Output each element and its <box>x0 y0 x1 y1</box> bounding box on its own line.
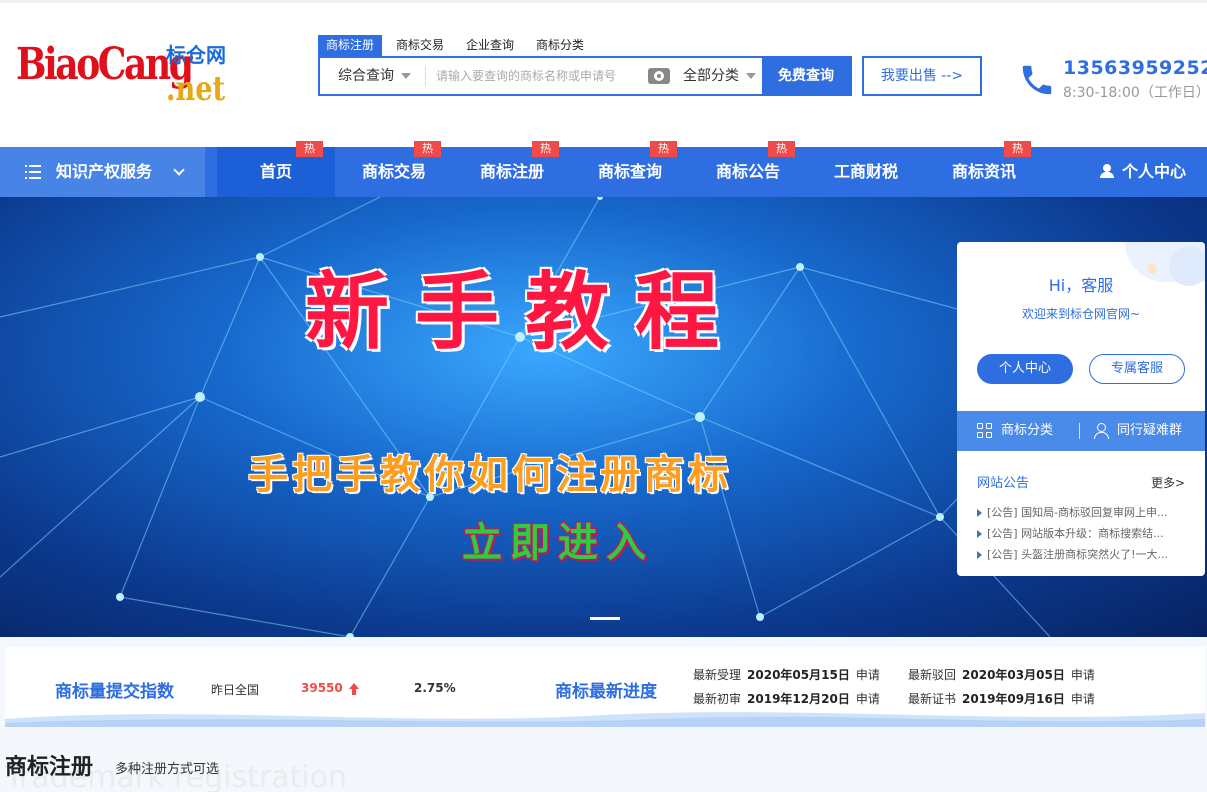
yesterday-label: 昨日全国 <box>211 683 260 697</box>
divider <box>425 66 426 86</box>
section-title: 商标注册 <box>5 755 94 780</box>
notice-item[interactable]: [公告] 头盔注册商标突然火了!一大... <box>975 544 1187 565</box>
nav-item-label: 商标注册 <box>479 162 544 181</box>
submission-index-title: 商标量提交指数 <box>55 682 174 702</box>
progress-certificate: 最新证书 2019年09月16日 申请 <box>908 690 1095 707</box>
peer-group-link[interactable]: 同行疑难群 <box>1117 411 1182 451</box>
hot-badge: 热 <box>532 141 559 157</box>
contact-hours: 8:30-18:00（工作日） <box>1063 85 1207 101</box>
phone-icon <box>1022 65 1052 95</box>
main-nav: 知识产权服务 首页 热 商标交易 热 商标注册 热 商标查询 热 商标公告 热 … <box>0 141 1207 197</box>
category-select[interactable]: 全部分类 <box>683 58 756 94</box>
greeting: Hi，客服 <box>1048 276 1114 295</box>
nav-item-label: 工商财税 <box>833 162 898 181</box>
progress-date: 2020年03月05日 <box>962 668 1065 682</box>
chevron-down-icon <box>401 73 411 79</box>
category-link[interactable]: 商标分类 <box>1001 411 1053 451</box>
search-box: 综合查询 全部分类 免费查询 <box>318 56 852 96</box>
chevron-down-icon <box>746 73 756 79</box>
ip-services-label: 知识产权服务 <box>56 162 153 181</box>
quick-links-bar: 商标分类 同行疑难群 <box>957 411 1205 451</box>
notice-title: 网站公告 <box>977 476 1030 491</box>
header: BiaoCang 标仓网 .net 商标注册 商标交易 企业查询 商标分类 综合… <box>0 0 1207 147</box>
progress-date: 2019年09月16日 <box>962 692 1065 706</box>
chevron-down-icon <box>173 164 185 176</box>
user-side-card: Hi，客服 欢迎来到标仓网官网~ 个人中心 专属客服 商标分类 同行疑难群 网站… <box>957 242 1205 576</box>
nav-item-finance[interactable]: 工商财税 <box>807 147 925 197</box>
progress-suffix: 申请 <box>855 668 880 682</box>
nav-item-news[interactable]: 商标资讯 热 <box>925 141 1043 197</box>
logo-cn: 标仓网 <box>166 43 226 67</box>
notice-item[interactable]: [公告] 网站版本升级：商标搜索结... <box>975 523 1187 544</box>
notice-list: [公告] 国知局-商标驳回复审网上申... [公告] 网站版本升级：商标搜索结.… <box>975 502 1187 565</box>
logo-net: .net <box>166 69 226 109</box>
section-subtitle: 多种注册方式可选 <box>115 762 220 777</box>
camera-icon[interactable] <box>648 68 670 84</box>
ip-services-menu[interactable]: 知识产权服务 <box>0 147 205 197</box>
search-button[interactable]: 免费查询 <box>762 58 850 94</box>
user-center-label: 个人中心 <box>1122 162 1187 181</box>
carousel-indicator[interactable] <box>590 617 620 620</box>
nav-item-home[interactable]: 首页 热 <box>217 141 335 197</box>
progress-label: 最新证书 <box>908 692 957 706</box>
progress-accepted: 最新受理 2020年05月15日 申请 <box>693 666 880 683</box>
progress-label: 最新初审 <box>693 692 742 706</box>
nav-item-label: 商标公告 <box>715 162 780 181</box>
hot-badge: 热 <box>296 141 323 157</box>
contact-phone: 13563959252 <box>1063 57 1207 79</box>
menu-icon <box>25 165 41 179</box>
hot-badge: 热 <box>768 141 795 157</box>
search-tab-trade[interactable]: 商标交易 <box>388 35 452 57</box>
nav-item-announcement[interactable]: 商标公告 热 <box>689 141 807 197</box>
search-input[interactable] <box>436 62 636 90</box>
search-type-label: 综合查询 <box>338 68 394 84</box>
progress-title: 商标最新进度 <box>555 682 657 702</box>
search-tab-company[interactable]: 企业查询 <box>458 35 522 57</box>
stats-strip: 商标量提交指数 昨日全国 39550 2.75% 商标最新进度 最新受理 2020… <box>5 647 1205 727</box>
nav-item-label: 商标资讯 <box>951 162 1016 181</box>
banner-title: 新手教程 <box>305 263 746 361</box>
progress-preliminary: 最新初审 2019年12月20日 申请 <box>693 690 880 707</box>
search-tab-register[interactable]: 商标注册 <box>318 35 383 57</box>
site-logo[interactable]: BiaoCang 标仓网 .net <box>16 33 226 115</box>
progress-suffix: 申请 <box>1070 668 1095 682</box>
nav-item-search[interactable]: 商标查询 热 <box>571 141 689 197</box>
hot-badge: 热 <box>414 141 441 157</box>
progress-label: 最新驳回 <box>908 668 957 682</box>
progress-suffix: 申请 <box>1070 692 1095 706</box>
dedicated-service-button[interactable]: 专属客服 <box>1089 354 1185 384</box>
personal-center-button[interactable]: 个人中心 <box>977 354 1073 384</box>
user-icon <box>1100 164 1114 178</box>
arrow-up-icon <box>349 683 359 695</box>
progress-suffix: 申请 <box>855 692 880 706</box>
more-link[interactable]: 更多> <box>1151 474 1185 491</box>
progress-label: 最新受理 <box>693 668 742 682</box>
hot-badge: 热 <box>1004 141 1031 157</box>
nav-item-label: 首页 <box>259 162 292 181</box>
progress-rejected: 最新驳回 2020年03月05日 申请 <box>908 666 1095 683</box>
nav-item-label: 商标查询 <box>597 162 662 181</box>
search-type-select[interactable]: 综合查询 <box>338 58 411 94</box>
grid-icon <box>977 423 993 439</box>
banner-subtitle: 手把手教你如何注册商标 <box>248 452 732 498</box>
category-label: 全部分类 <box>683 68 739 84</box>
submission-count: 39550 <box>301 681 343 695</box>
sell-button[interactable]: 我要出售 --> <box>862 56 982 96</box>
search-tab-category[interactable]: 商标分类 <box>528 35 592 57</box>
progress-date: 2020年05月15日 <box>747 668 850 682</box>
user-center-link[interactable]: 个人中心 <box>1100 147 1186 197</box>
nav-item-register[interactable]: 商标注册 热 <box>453 141 571 197</box>
group-icon <box>1094 423 1112 439</box>
growth-percent: 2.75% <box>414 681 456 695</box>
nav-item-trade[interactable]: 商标交易 热 <box>335 141 453 197</box>
wave-decoration <box>5 712 1205 727</box>
notice-item[interactable]: [公告] 国知局-商标驳回复审网上申... <box>975 502 1187 523</box>
hot-badge: 热 <box>650 141 677 157</box>
welcome-text: 欢迎来到标仓网官网~ <box>1021 307 1141 321</box>
banner-enter-link[interactable]: 立即进入 <box>462 510 654 568</box>
progress-date: 2019年12月20日 <box>747 692 850 706</box>
nav-item-label: 商标交易 <box>361 162 426 181</box>
search-tabs: 商标注册 商标交易 企业查询 商标分类 <box>318 35 598 57</box>
